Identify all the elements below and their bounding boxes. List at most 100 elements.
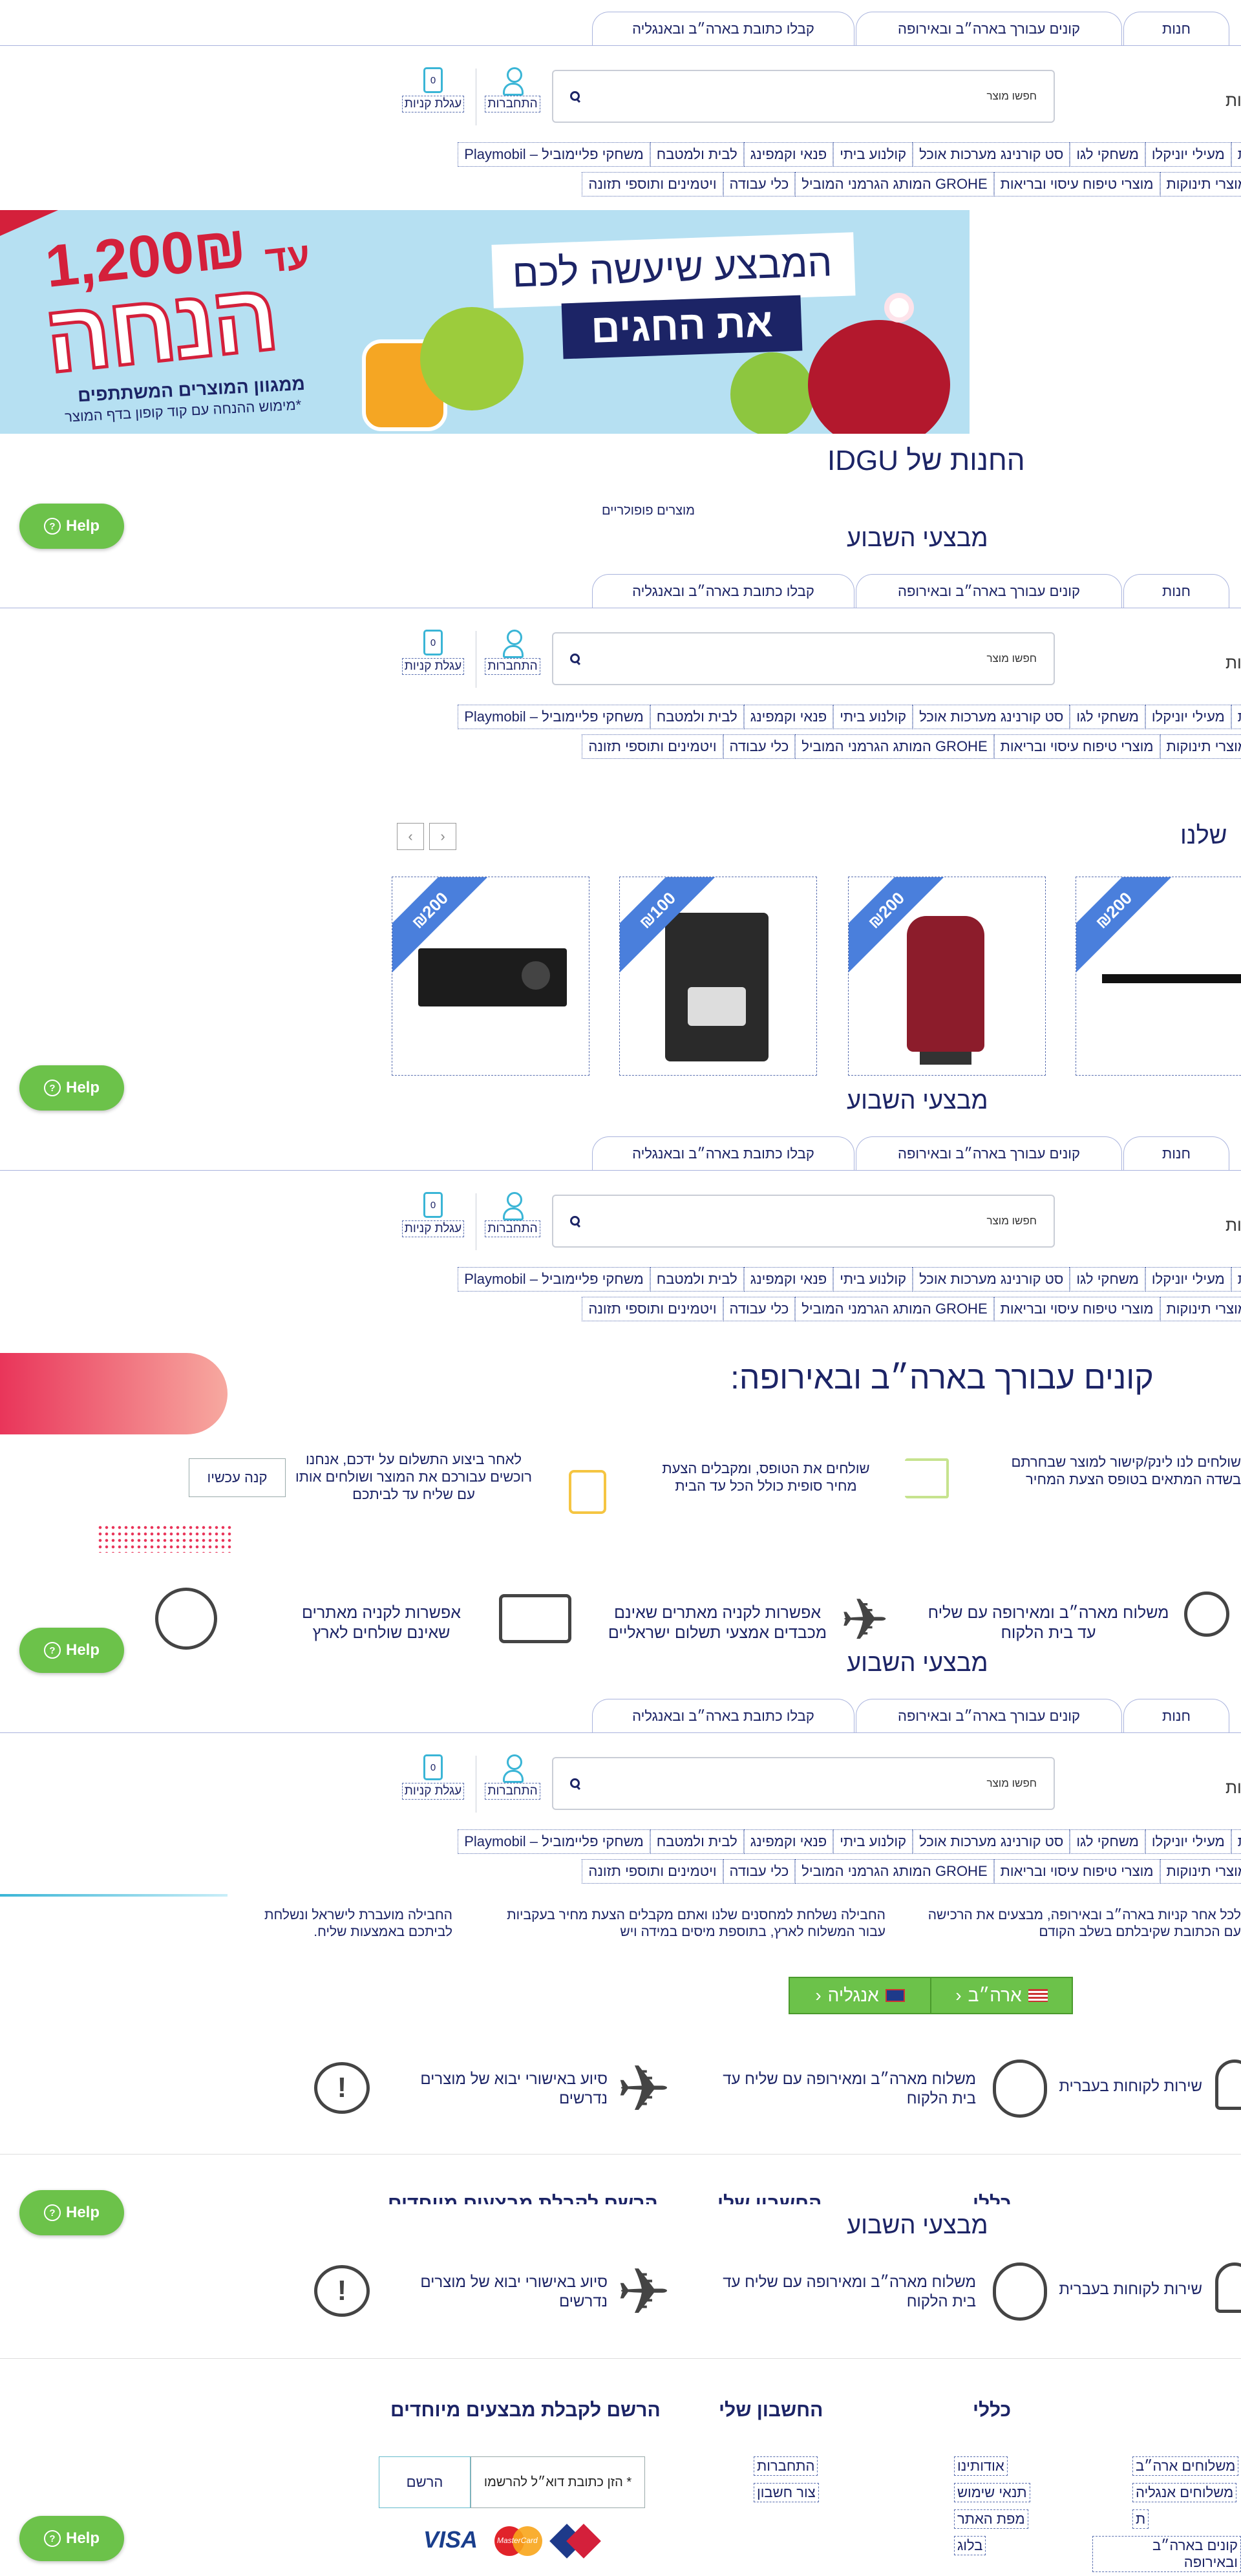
- category-item[interactable]: מוצרי תינוקות: [1160, 734, 1241, 759]
- category-item[interactable]: קולנוע ביתי: [833, 1267, 913, 1292]
- footer-link[interactable]: בלוג: [954, 2536, 986, 2555]
- category-item[interactable]: פנאי וקמפינג: [743, 142, 834, 167]
- category-item[interactable]: משחקי לגו: [1070, 1267, 1145, 1292]
- tab-store[interactable]: חנות: [1123, 12, 1229, 46]
- category-item[interactable]: משחקי פליימוביל – Playmobil: [458, 705, 650, 729]
- uk-button[interactable]: אנגליה ‹: [790, 1978, 930, 2013]
- footer-link[interactable]: ת: [1132, 2509, 1149, 2529]
- category-item[interactable]: כלי עבודה: [723, 172, 796, 197]
- category-item[interactable]: מוצרי טיפוח עיסוי ובריאות: [993, 1297, 1160, 1321]
- email-input[interactable]: * הזן כתובת דוא״ל להרשמו: [471, 2456, 645, 2508]
- category-item[interactable]: ת: [1231, 1267, 1241, 1292]
- category-item[interactable]: קולנוע ביתי: [833, 142, 913, 167]
- help-button[interactable]: ? Help: [19, 2516, 124, 2561]
- footer-link[interactable]: התחברות: [754, 2456, 818, 2476]
- carousel-prev-button[interactable]: ›: [429, 823, 456, 850]
- cart-button[interactable]: 0 עגלת קניות: [397, 1192, 469, 1237]
- tab-shop-for-you[interactable]: קונים עבורך בארה״ב ובאירופה: [856, 574, 1122, 608]
- help-button[interactable]: ? Help: [19, 504, 124, 549]
- category-item[interactable]: כלי עבודה: [723, 1297, 796, 1321]
- footer-link[interactable]: אודותינו: [954, 2456, 1008, 2476]
- tab-get-address[interactable]: קבלו כתובת בארה״ב ובאנגליה: [592, 574, 854, 608]
- tab-shop-for-you[interactable]: קונים עבורך בארה״ב ובאירופה: [856, 12, 1122, 46]
- product-card[interactable]: ₪200: [1076, 877, 1241, 1076]
- category-item[interactable]: ויטמינים ותוספי תזונה: [582, 1859, 723, 1884]
- tab-shop-for-you[interactable]: קונים עבורך בארה״ב ובאירופה: [856, 1699, 1122, 1733]
- search-input[interactable]: חפשו מוצר: [552, 1195, 1055, 1248]
- tab-get-address[interactable]: קבלו כתובת בארה״ב ובאנגליה: [592, 1699, 854, 1733]
- category-item[interactable]: מוצרי טיפוח עיסוי ובריאות: [993, 734, 1160, 759]
- category-item[interactable]: משחקי פליימוביל – Playmobil: [458, 1267, 650, 1292]
- category-item[interactable]: סט קורנינג מערכות אוכל: [913, 1267, 1070, 1292]
- carousel-next-button[interactable]: ‹: [397, 823, 424, 850]
- tab-shop-for-you[interactable]: קונים עבורך בארה״ב ובאירופה: [856, 1136, 1122, 1171]
- category-item[interactable]: ויטמינים ותוספי תזונה: [582, 1297, 723, 1321]
- category-item[interactable]: מוצרי תינוקות: [1160, 1859, 1241, 1884]
- category-item[interactable]: מעילי יוניקלו: [1145, 1829, 1231, 1854]
- category-item[interactable]: מוצרי תינוקות: [1160, 1297, 1241, 1321]
- buy-now-button[interactable]: קנה עכשיו: [189, 1458, 286, 1497]
- usa-button[interactable]: ארה״ב ‹: [930, 1978, 1072, 2013]
- category-item[interactable]: משחקי לגו: [1070, 1829, 1145, 1854]
- tab-store[interactable]: חנות: [1123, 574, 1229, 608]
- product-card[interactable]: ₪200: [848, 877, 1046, 1076]
- footer-link[interactable]: תנאי שימוש: [954, 2483, 1030, 2502]
- category-item[interactable]: ת: [1231, 705, 1241, 729]
- category-item[interactable]: סט קורנינג מערכות אוכל: [913, 1829, 1070, 1854]
- category-item[interactable]: מעילי יוניקלו: [1145, 142, 1231, 167]
- footer-link[interactable]: קונים בארה״ב ובאירופה: [1092, 2536, 1241, 2572]
- product-card[interactable]: ₪100: [619, 877, 817, 1076]
- help-button[interactable]: ? Help: [19, 2190, 124, 2235]
- category-item[interactable]: כלי עבודה: [723, 1859, 796, 1884]
- footer-link[interactable]: צור חשבון: [754, 2483, 819, 2502]
- category-item[interactable]: משחקי פליימוביל – Playmobil: [458, 1829, 650, 1854]
- category-item[interactable]: סט קורנינג מערכות אוכל: [913, 705, 1070, 729]
- login-button[interactable]: התחברות: [482, 630, 544, 675]
- category-item[interactable]: משחקי פליימוביל – Playmobil: [458, 142, 650, 167]
- category-item[interactable]: לבית ולמטבח: [650, 705, 744, 729]
- footer-link[interactable]: מפת האתר: [954, 2509, 1028, 2529]
- search-input[interactable]: חפשו מוצר: [552, 1757, 1055, 1810]
- subscribe-button[interactable]: הרשם: [379, 2456, 471, 2508]
- category-item[interactable]: פנאי וקמפינג: [743, 705, 834, 729]
- search-input[interactable]: חפשו מוצר: [552, 70, 1055, 123]
- category-item[interactable]: פנאי וקמפינג: [743, 1829, 834, 1854]
- cart-button[interactable]: 0 עגלת קניות: [397, 630, 469, 675]
- category-item[interactable]: מעילי יוניקלו: [1145, 705, 1231, 729]
- category-item[interactable]: מוצרי תינוקות: [1160, 172, 1241, 197]
- category-item[interactable]: GROHE המותג הגרמני המוביל: [795, 734, 994, 759]
- category-item[interactable]: GROHE המותג הגרמני המוביל: [795, 1859, 994, 1884]
- category-item[interactable]: כלי עבודה: [723, 734, 796, 759]
- category-item[interactable]: סט קורנינג מערכות אוכל: [913, 142, 1070, 167]
- search-input[interactable]: חפשו מוצר: [552, 632, 1055, 685]
- category-item[interactable]: GROHE המותג הגרמני המוביל: [795, 172, 994, 197]
- tab-get-address[interactable]: קבלו כתובת בארה״ב ובאנגליה: [592, 12, 854, 46]
- product-card[interactable]: ₪200: [392, 877, 589, 1076]
- footer-link[interactable]: משלוחים אנגליה: [1132, 2483, 1237, 2502]
- category-item[interactable]: לבית ולמטבח: [650, 1267, 744, 1292]
- category-item[interactable]: קולנוע ביתי: [833, 705, 913, 729]
- category-item[interactable]: משחקי לגו: [1070, 142, 1145, 167]
- login-button[interactable]: התחברות: [482, 1754, 544, 1800]
- category-item[interactable]: ת: [1231, 1829, 1241, 1854]
- cart-button[interactable]: 0 עגלת קניות: [397, 67, 469, 112]
- category-item[interactable]: GROHE המותג הגרמני המוביל: [795, 1297, 994, 1321]
- cart-button[interactable]: 0 עגלת קניות: [397, 1754, 469, 1800]
- footer-link[interactable]: משלוחים ארה״ב: [1132, 2456, 1239, 2476]
- login-button[interactable]: התחברות: [482, 67, 544, 112]
- category-item[interactable]: משחקי לגו: [1070, 705, 1145, 729]
- category-item[interactable]: לבית ולמטבח: [650, 142, 744, 167]
- category-item[interactable]: ויטמינים ותוספי תזונה: [582, 734, 723, 759]
- category-item[interactable]: לבית ולמטבח: [650, 1829, 744, 1854]
- category-item[interactable]: קולנוע ביתי: [833, 1829, 913, 1854]
- category-item[interactable]: פנאי וקמפינג: [743, 1267, 834, 1292]
- category-item[interactable]: ויטמינים ותוספי תזונה: [582, 172, 723, 197]
- category-item[interactable]: מוצרי טיפוח עיסוי ובריאות: [993, 172, 1160, 197]
- tab-get-address[interactable]: קבלו כתובת בארה״ב ובאנגליה: [592, 1136, 854, 1171]
- category-item[interactable]: מעילי יוניקלו: [1145, 1267, 1231, 1292]
- help-button[interactable]: ? Help: [19, 1065, 124, 1111]
- login-button[interactable]: התחברות: [482, 1192, 544, 1237]
- category-item[interactable]: מוצרי טיפוח עיסוי ובריאות: [993, 1859, 1160, 1884]
- help-button[interactable]: ? Help: [19, 1628, 124, 1673]
- tab-store[interactable]: חנות: [1123, 1136, 1229, 1171]
